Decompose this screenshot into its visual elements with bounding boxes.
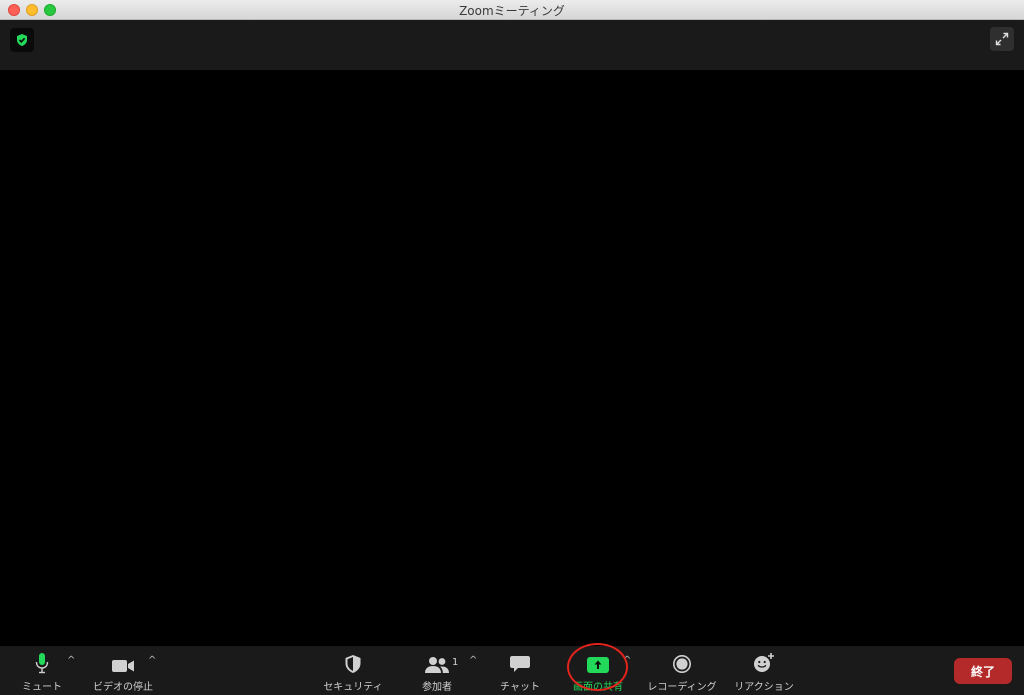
end-meeting-button[interactable]: 終了 (954, 658, 1012, 684)
stop-video-button[interactable]: ビデオの停止 (88, 646, 158, 695)
shield-check-icon (17, 34, 27, 46)
chat-bubble-icon (510, 656, 530, 672)
record-label: レコーディング (647, 682, 717, 693)
share-options-caret[interactable]: ^ (623, 656, 631, 666)
security-badge[interactable] (10, 28, 34, 52)
participants-count: 1 (452, 657, 459, 668)
participants-options-caret[interactable]: ^ (469, 656, 477, 666)
reactions-button[interactable]: リアクション (732, 646, 796, 695)
record-icon (673, 655, 691, 673)
reactions-label: リアクション (734, 682, 794, 693)
mute-label: ミュート (22, 682, 62, 693)
participants-button[interactable]: 参加者 (414, 646, 460, 695)
people-icon (425, 657, 449, 673)
microphone-icon (35, 653, 49, 674)
share-screen-icon (587, 657, 609, 673)
participants-label: 参加者 (422, 682, 452, 693)
fullscreen-button[interactable] (990, 27, 1014, 51)
window-title: Zoomミーティング (459, 4, 565, 18)
security-button[interactable]: セキュリティ (320, 646, 386, 695)
video-camera-icon (112, 660, 134, 672)
window-title-bar: Zoomミーティング (0, 0, 1024, 20)
expand-icon (995, 32, 1009, 46)
security-label: セキュリティ (323, 682, 383, 693)
share-label: 画面の共有 (573, 682, 623, 693)
shield-icon (345, 655, 361, 673)
mute-button[interactable]: ミュート (14, 646, 70, 695)
meeting-top-bar (0, 20, 1024, 70)
smiley-plus-icon (754, 653, 774, 672)
share-screen-button[interactable]: 画面の共有 (570, 646, 626, 695)
video-options-caret[interactable]: ^ (148, 656, 156, 666)
chat-label: チャット (500, 682, 540, 693)
chat-button[interactable]: チャット (496, 646, 544, 695)
meeting-toolbar: ミュート ^ ビデオの停止 ^ セキュリティ 参加者 1 ^ チャット 画面の共… (0, 646, 1024, 695)
video-area (0, 70, 1024, 646)
record-button[interactable]: レコーディング (645, 646, 719, 695)
audio-options-caret[interactable]: ^ (67, 656, 75, 666)
video-label: ビデオの停止 (93, 682, 153, 693)
